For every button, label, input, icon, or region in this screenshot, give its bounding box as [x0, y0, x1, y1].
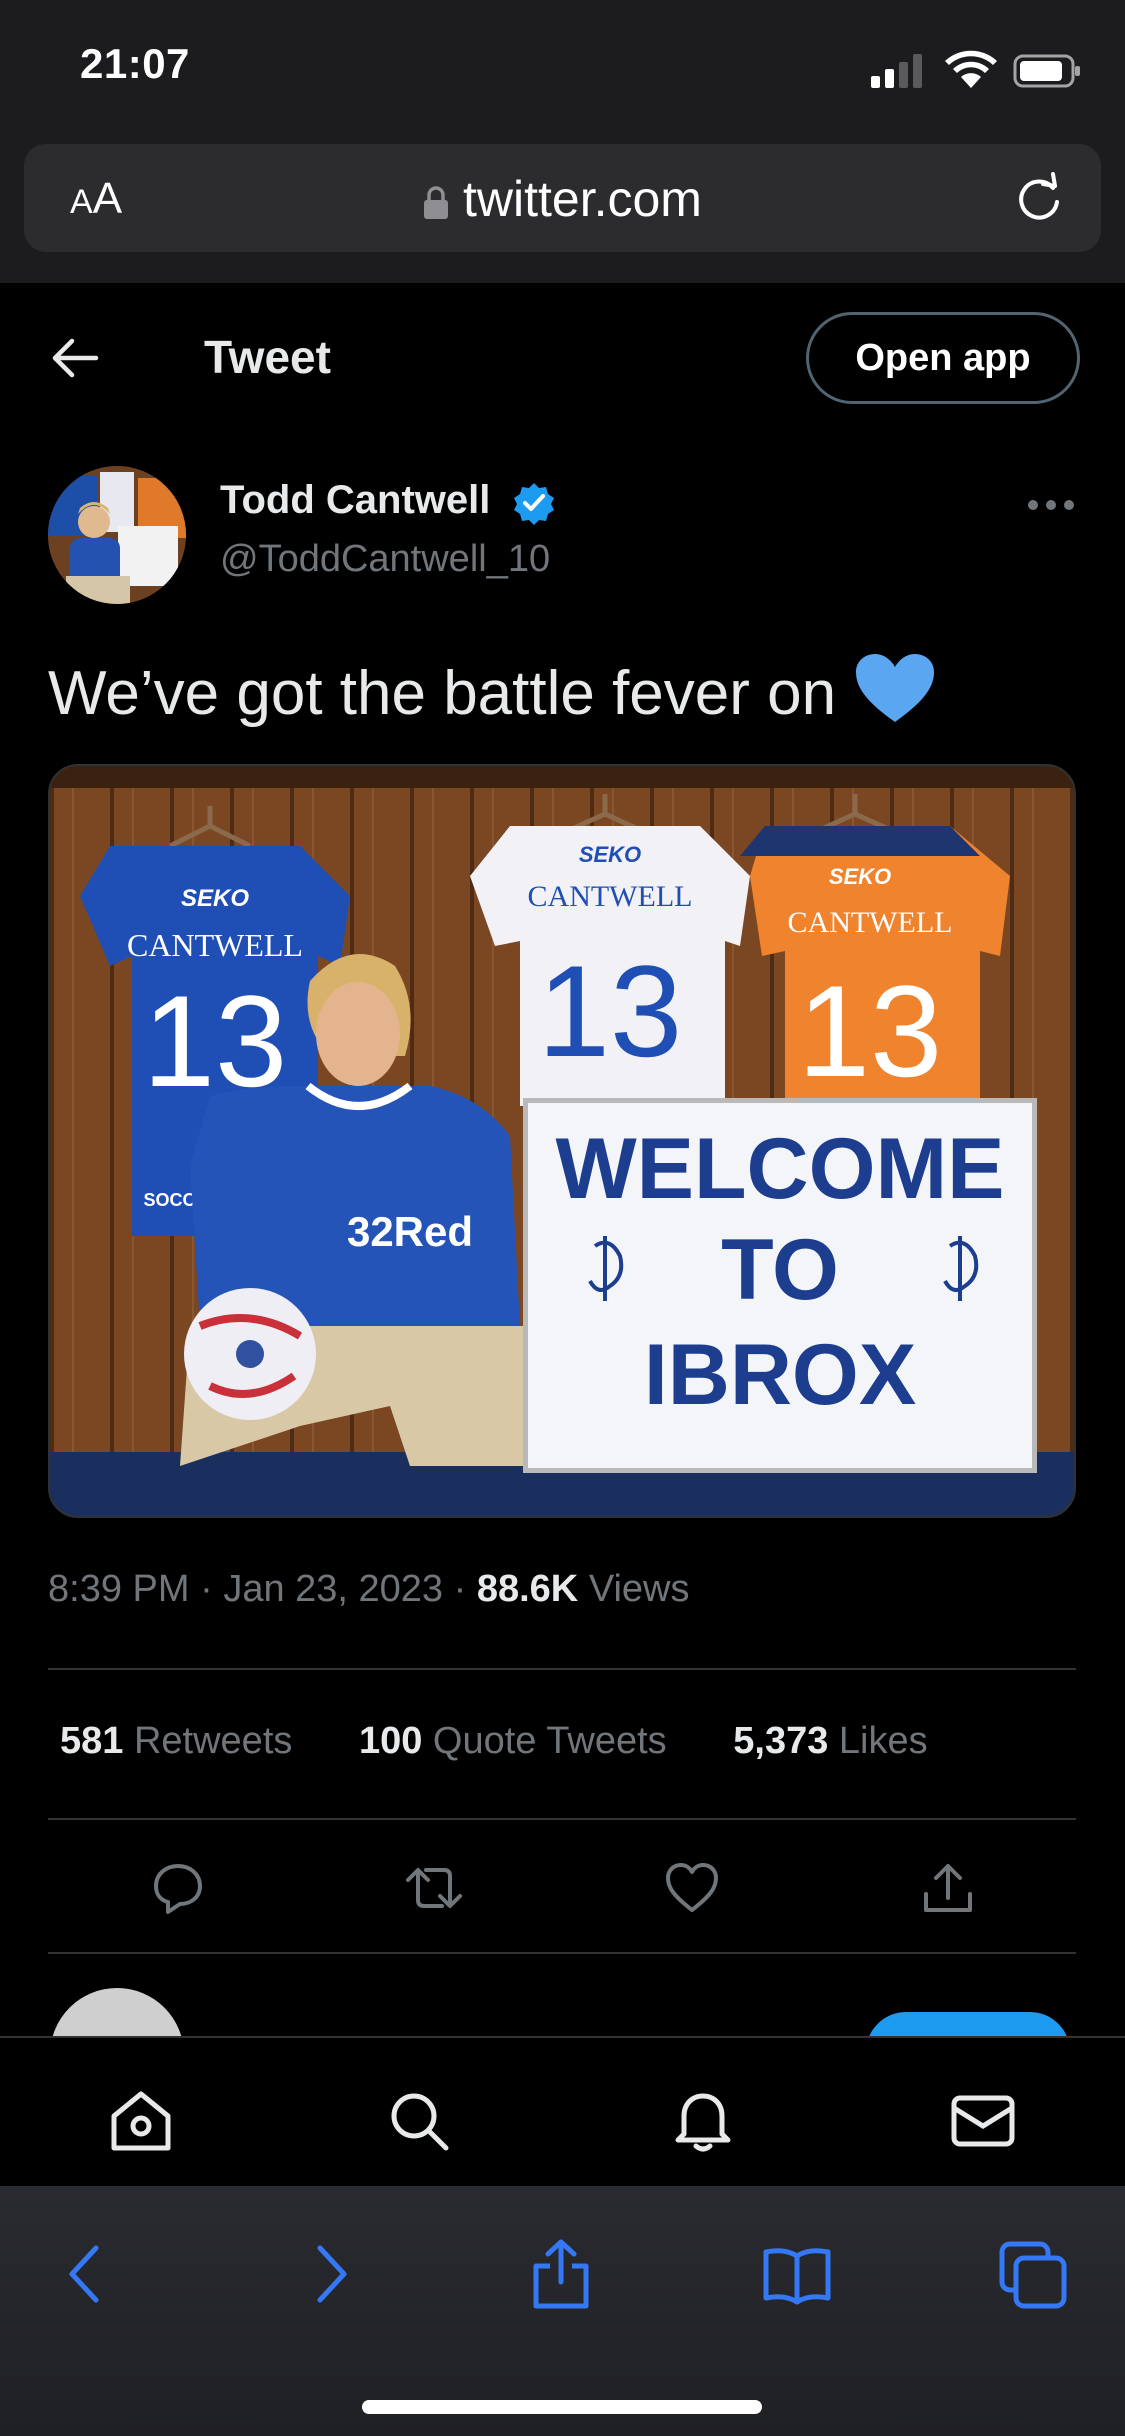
tweet-meta: 8:39 PM · Jan 23, 2023 · 88.6K Views: [48, 1568, 690, 1610]
verified-badge-icon: [514, 483, 554, 525]
reload-icon[interactable]: [1013, 172, 1065, 224]
wifi-icon: [945, 50, 997, 88]
url-domain: twitter.com: [463, 171, 702, 227]
notifications-icon[interactable]: [670, 2088, 736, 2154]
shirt-partner-text: SOCO: [143, 1190, 196, 1210]
divider: [48, 1952, 1076, 1954]
sign-line-1: WELCOME: [555, 1121, 1004, 1217]
sign-line-2: TO: [721, 1222, 839, 1318]
back-icon[interactable]: [52, 2238, 122, 2310]
messages-icon[interactable]: [950, 2088, 1016, 2154]
tweet-text: We’ve got the battle fever on: [48, 652, 936, 729]
url-bar[interactable]: AA twitter.com: [24, 144, 1101, 252]
search-icon[interactable]: [386, 2088, 452, 2154]
sign-line-3: IBROX: [644, 1327, 916, 1423]
status-icons: [871, 50, 1080, 88]
views-label: Views: [588, 1568, 690, 1610]
author-handle[interactable]: @ToddCantwell_10: [220, 538, 550, 581]
retweet-icon[interactable]: [404, 1860, 464, 1916]
blue-heart-emoji-icon: [856, 654, 935, 722]
share-icon[interactable]: [918, 1860, 978, 1916]
tweet-photo: SEKO CANTWELL 13 SOCO SEKO CANTWELL 13 S…: [50, 766, 1074, 1516]
home-indicator: [362, 2400, 762, 2414]
more-options-icon[interactable]: [1028, 500, 1074, 510]
like-icon[interactable]: [662, 1860, 722, 1916]
url-text[interactable]: twitter.com: [24, 170, 1101, 228]
divider: [48, 1668, 1076, 1670]
battery-icon: [1013, 54, 1080, 88]
orange-shirt-sponsor-text: SEKO: [829, 864, 891, 889]
tweet-time: 8:39 PM: [48, 1568, 190, 1610]
cellular-signal-icon: [871, 54, 922, 88]
tabs-icon[interactable]: [998, 2238, 1068, 2310]
bottom-tab-bar: [0, 2036, 1125, 2186]
white-shirt-name-text: CANTWELL: [528, 880, 693, 913]
shirt-sponsor-text: SEKO: [181, 885, 249, 912]
back-arrow-icon[interactable]: [50, 336, 100, 380]
open-app-button[interactable]: Open app: [806, 312, 1080, 404]
page-title: Tweet: [204, 331, 331, 383]
likes-stat[interactable]: 5,373 Likes: [733, 1720, 927, 1762]
reply-icon[interactable]: [146, 1860, 206, 1916]
safari-toolbar: [0, 2186, 1125, 2436]
status-time: 21:07: [80, 40, 190, 87]
white-shirt-sponsor-text: SEKO: [579, 842, 641, 867]
author-name[interactable]: Todd Cantwell: [220, 478, 490, 523]
shirt-name-text: CANTWELL: [127, 927, 303, 963]
orange-shirt-name-text: CANTWELL: [788, 906, 953, 939]
forward-icon[interactable]: [294, 2238, 364, 2310]
views-count: 88.6K: [476, 1568, 579, 1610]
tweet-stats: 581 Retweets 100 Quote Tweets 5,373 Like…: [60, 1720, 984, 1763]
divider: [48, 1818, 1076, 1820]
home-icon[interactable]: [108, 2088, 174, 2154]
bookmarks-icon[interactable]: [762, 2238, 832, 2310]
avatar-image: [48, 466, 186, 604]
retweets-stat[interactable]: 581 Retweets: [60, 1720, 292, 1762]
tweet-media[interactable]: SEKO CANTWELL 13 SOCO SEKO CANTWELL 13 S…: [48, 764, 1076, 1518]
safari-top-bar: 21:07 AA twitter.com: [0, 0, 1125, 283]
tweet-date: Jan 23, 2023: [223, 1568, 444, 1610]
player-shirt-sponsor-text: 32Red: [347, 1208, 473, 1255]
tweet-text-content: We’ve got the battle fever on: [48, 659, 837, 728]
orange-shirt-number-text: 13: [798, 958, 943, 1104]
lock-icon: [424, 186, 449, 219]
avatar[interactable]: [48, 466, 186, 604]
safari-share-icon[interactable]: [526, 2238, 596, 2310]
quote-tweets-stat[interactable]: 100 Quote Tweets: [359, 1720, 667, 1762]
white-shirt-number-text: 13: [538, 938, 683, 1084]
